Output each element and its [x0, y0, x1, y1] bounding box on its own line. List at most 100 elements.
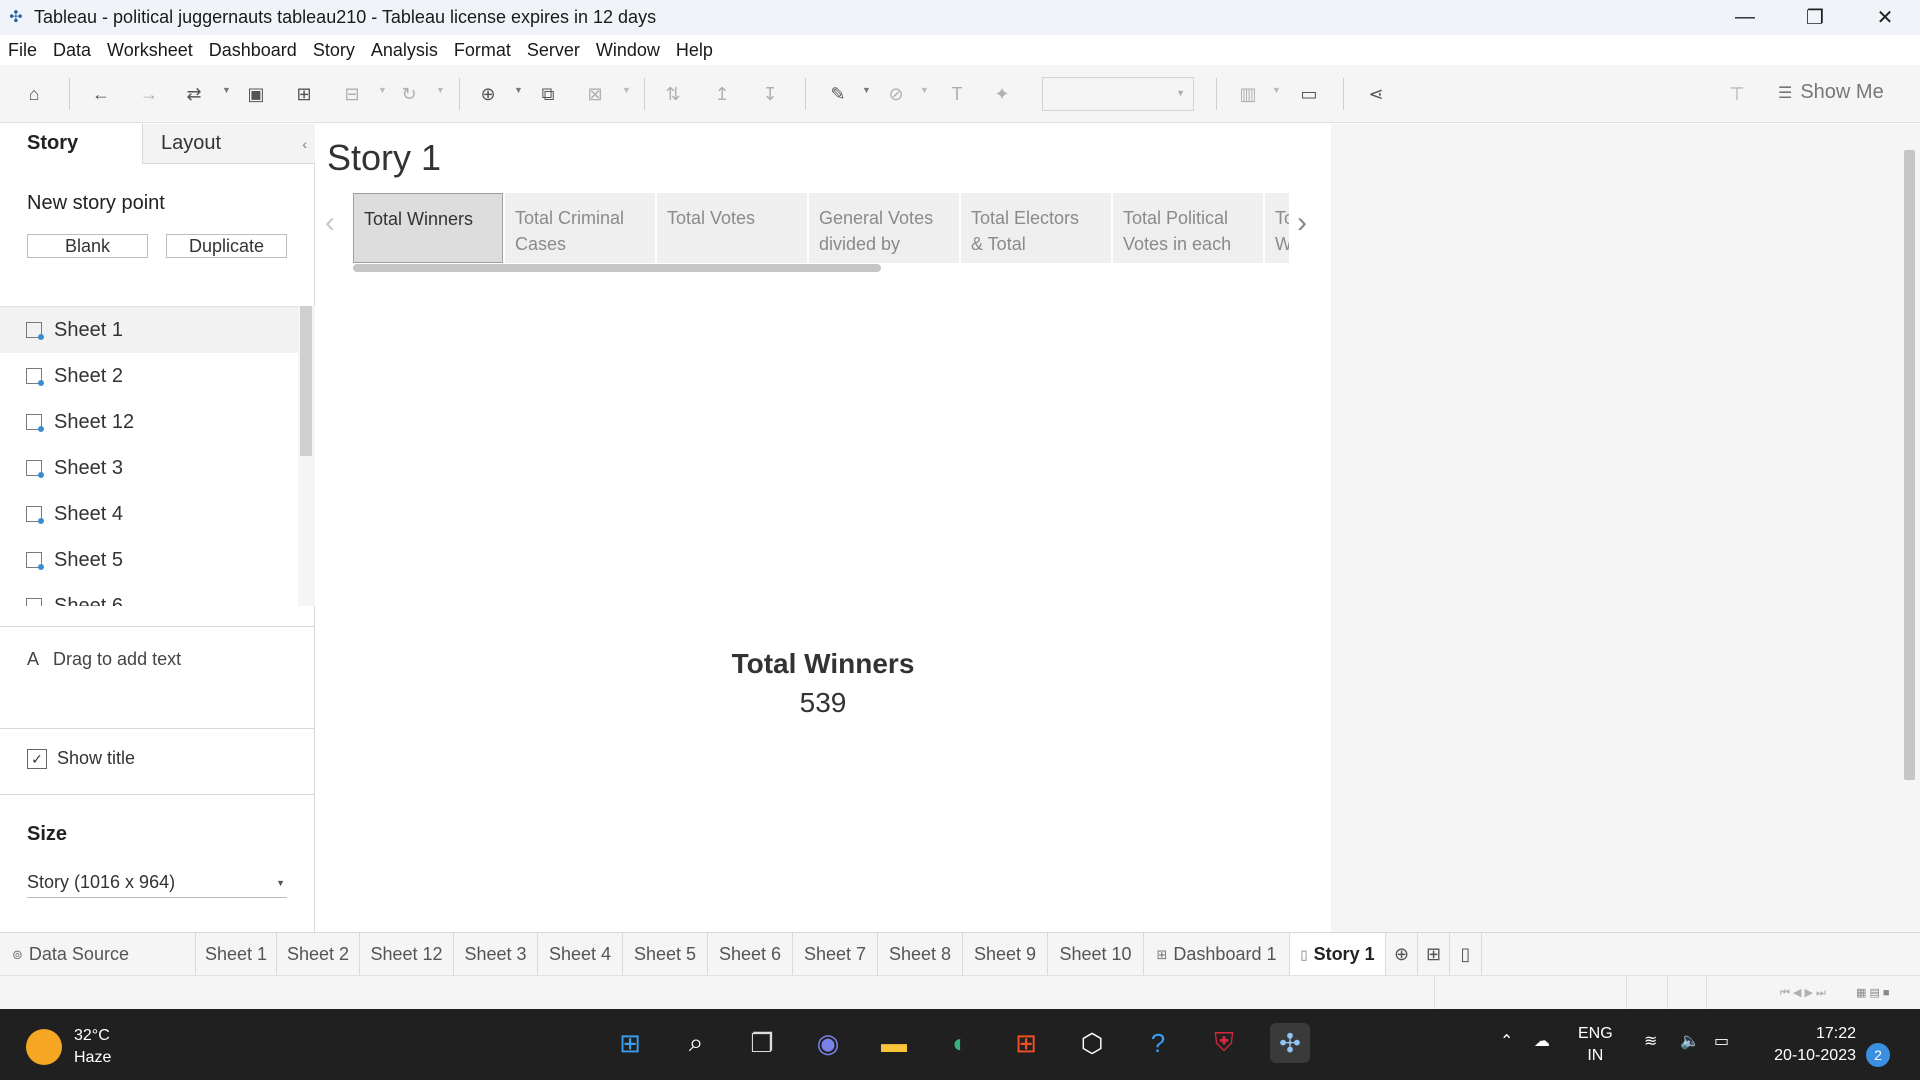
- file-explorer-icon[interactable]: ▬: [874, 1023, 914, 1063]
- new-data-source-icon[interactable]: ⊞: [292, 82, 316, 106]
- tab-sheet[interactable]: Sheet 9: [963, 933, 1048, 976]
- tab-layout[interactable]: Layout ‹: [142, 124, 315, 164]
- tab-sheet[interactable]: Sheet 6: [708, 933, 793, 976]
- tab-story[interactable]: Story: [0, 124, 142, 164]
- edge-browser-icon[interactable]: ◐: [940, 1023, 980, 1063]
- refresh-icon[interactable]: ↻: [397, 82, 421, 106]
- share-icon[interactable]: ⋖: [1364, 82, 1388, 106]
- scrollbar-thumb[interactable]: [1904, 150, 1915, 780]
- list-item[interactable]: Sheet 6: [0, 583, 298, 606]
- label-icon[interactable]: T: [945, 82, 969, 106]
- show-cards-dropdown-icon[interactable]: ▼: [1272, 85, 1281, 95]
- new-worksheet-tab-icon[interactable]: ⊕: [1386, 933, 1418, 976]
- replay-icon[interactable]: ⇄: [182, 82, 206, 106]
- tab-sheet[interactable]: Sheet 10: [1048, 933, 1144, 976]
- sheet-list-scrollbar[interactable]: [298, 306, 315, 606]
- show-title-checkbox[interactable]: ✓ Show title: [27, 748, 135, 769]
- clear-sheet-icon[interactable]: ⊠: [583, 82, 607, 106]
- duplicate-sheet-icon[interactable]: ⧉: [536, 82, 560, 106]
- weather-widget[interactable]: 32°C Haze: [26, 1025, 111, 1069]
- home-icon[interactable]: ⌂: [22, 82, 46, 106]
- pause-dropdown-icon[interactable]: ▼: [378, 85, 387, 95]
- refresh-dropdown-icon[interactable]: ▼: [436, 85, 445, 95]
- swap-icon[interactable]: ⇅: [661, 82, 685, 106]
- replay-dropdown-icon[interactable]: ▼: [222, 85, 231, 95]
- menu-story[interactable]: Story: [313, 40, 355, 61]
- tab-sheet[interactable]: Sheet 7: [793, 933, 878, 976]
- help-icon[interactable]: ?: [1138, 1023, 1178, 1063]
- menu-server[interactable]: Server: [527, 40, 580, 61]
- story-point[interactable]: Total Winners: [353, 193, 503, 263]
- list-item[interactable]: Sheet 1: [0, 307, 298, 353]
- onedrive-icon[interactable]: ☁: [1534, 1031, 1550, 1053]
- redo-icon[interactable]: →: [137, 82, 161, 106]
- tab-sheet[interactable]: Sheet 8: [878, 933, 963, 976]
- list-item[interactable]: Sheet 2: [0, 353, 298, 399]
- tab-sheet[interactable]: Sheet 5: [623, 933, 708, 976]
- battery-icon[interactable]: ▭: [1714, 1031, 1729, 1053]
- tab-sheet[interactable]: Sheet 4: [538, 933, 623, 976]
- app-hexagon-icon[interactable]: ⬡: [1072, 1023, 1112, 1063]
- minimize-button[interactable]: —: [1710, 0, 1780, 35]
- story-point[interactable]: To W: [1265, 193, 1289, 263]
- tab-sheet[interactable]: Sheet 3: [454, 933, 538, 976]
- pin-icon[interactable]: ✦: [990, 82, 1014, 106]
- pause-updates-icon[interactable]: ⊟: [340, 82, 364, 106]
- sort-ascending-icon[interactable]: ↥: [710, 82, 734, 106]
- group-icon[interactable]: ⊘: [884, 82, 908, 106]
- tray-overflow-icon[interactable]: ⌃: [1500, 1031, 1513, 1053]
- new-worksheet-icon[interactable]: ⊕: [476, 82, 500, 106]
- sheet-navigation-icon[interactable]: ⏮ ◀ ▶ ⏭: [1780, 986, 1826, 1000]
- menu-format[interactable]: Format: [454, 40, 511, 61]
- collapse-pane-icon[interactable]: ‹: [302, 136, 307, 152]
- task-view-icon[interactable]: ❐: [742, 1023, 782, 1063]
- menu-help[interactable]: Help: [676, 40, 713, 61]
- next-story-point-icon[interactable]: ›: [1297, 206, 1307, 240]
- story-point[interactable]: Total Electors & Total: [961, 193, 1111, 263]
- tab-story[interactable]: ▯ Story 1: [1290, 933, 1386, 976]
- group-dropdown-icon[interactable]: ▼: [920, 85, 929, 95]
- new-dashboard-tab-icon[interactable]: ⊞: [1418, 933, 1450, 976]
- windows-start-icon[interactable]: ⊞: [610, 1023, 650, 1063]
- view-mode-icon[interactable]: ▦ ▤ ■: [1856, 986, 1890, 999]
- tab-sheet[interactable]: Sheet 1: [196, 933, 277, 976]
- tableau-taskbar-icon[interactable]: ✣: [1270, 1023, 1310, 1063]
- clock[interactable]: 17:22 20-10-2023: [1764, 1023, 1856, 1067]
- tab-sheet[interactable]: Sheet 2: [277, 933, 360, 976]
- close-button[interactable]: ✕: [1850, 0, 1920, 35]
- duplicate-button[interactable]: Duplicate: [166, 234, 287, 258]
- menu-worksheet[interactable]: Worksheet: [107, 40, 193, 61]
- highlight-dropdown-icon[interactable]: ▼: [862, 85, 871, 95]
- language-indicator[interactable]: ENG IN: [1578, 1023, 1613, 1067]
- tab-dashboard[interactable]: ⊞ Dashboard 1: [1144, 933, 1290, 976]
- list-item[interactable]: Sheet 3: [0, 445, 298, 491]
- volume-icon[interactable]: 🔈: [1680, 1031, 1700, 1053]
- search-icon[interactable]: ⌕: [676, 1023, 716, 1063]
- size-dropdown[interactable]: Story (1016 x 964) ▼: [27, 868, 287, 898]
- show-cards-icon[interactable]: ▥: [1236, 82, 1260, 106]
- mcafee-icon[interactable]: ⛨: [1204, 1023, 1244, 1063]
- undo-icon[interactable]: ←: [89, 82, 113, 106]
- new-worksheet-dropdown-icon[interactable]: ▼: [514, 85, 523, 95]
- save-icon[interactable]: ▣: [244, 82, 268, 106]
- presentation-mode-icon[interactable]: ▭: [1297, 82, 1321, 106]
- sort-descending-icon[interactable]: ↧: [758, 82, 782, 106]
- story-point[interactable]: Total Political Votes in each: [1113, 193, 1263, 263]
- new-story-tab-icon[interactable]: ▯: [1450, 933, 1482, 976]
- menu-dashboard[interactable]: Dashboard: [209, 40, 297, 61]
- menu-data[interactable]: Data: [53, 40, 91, 61]
- menu-analysis[interactable]: Analysis: [371, 40, 438, 61]
- blank-button[interactable]: Blank: [27, 234, 148, 258]
- tab-data-source[interactable]: ⊚ Data Source: [0, 933, 196, 976]
- story-point[interactable]: Total Criminal Cases: [505, 193, 655, 263]
- list-item[interactable]: Sheet 5: [0, 537, 298, 583]
- fit-dropdown[interactable]: ▼: [1042, 77, 1194, 111]
- highlight-icon[interactable]: ✎: [826, 82, 850, 106]
- drag-to-add-text[interactable]: A Drag to add text: [27, 649, 181, 670]
- show-me-button[interactable]: ☰ Show Me: [1778, 81, 1884, 104]
- format-painter-icon[interactable]: ⊤: [1725, 82, 1749, 106]
- story-point[interactable]: Total Votes: [657, 193, 807, 263]
- list-item[interactable]: Sheet 12: [0, 399, 298, 445]
- restore-button[interactable]: ❐: [1780, 0, 1850, 35]
- vertical-scrollbar[interactable]: [1901, 124, 1920, 932]
